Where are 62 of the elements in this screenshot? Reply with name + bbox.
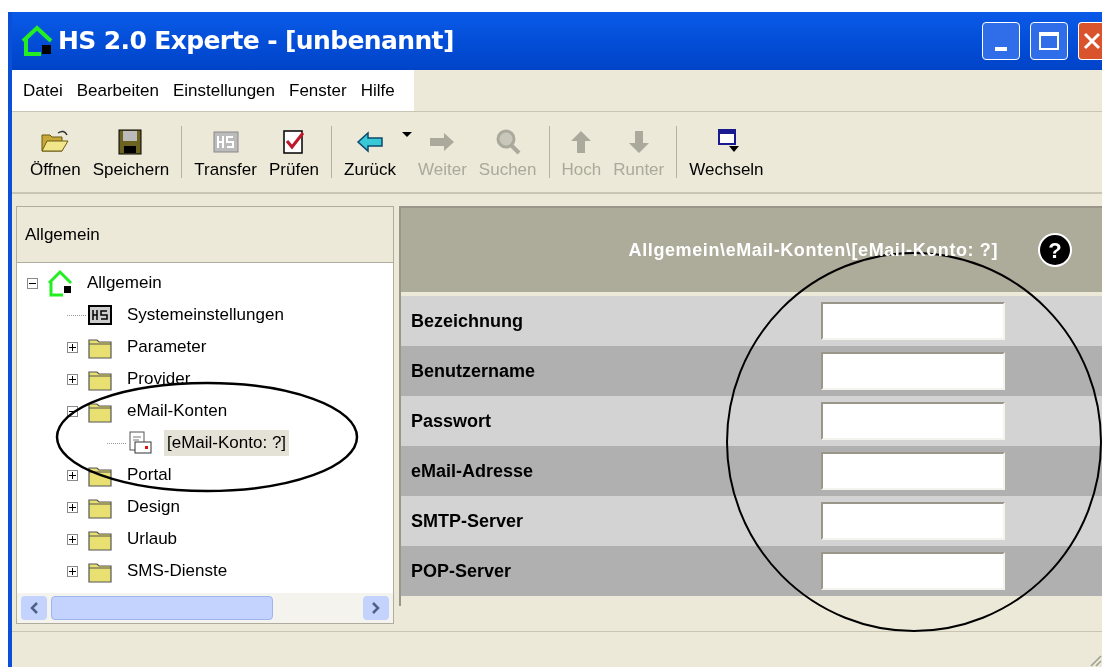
tree-item[interactable]: SMS-Dienste — [124, 558, 231, 584]
input-field[interactable] — [821, 302, 1005, 340]
house-icon — [46, 269, 74, 297]
expand-icon[interactable] — [67, 341, 78, 353]
tree-item[interactable]: Systemeinstellungen — [124, 302, 287, 328]
minimize-icon — [995, 47, 1007, 51]
chevron-left-icon — [30, 602, 38, 614]
toolbar-button[interactable]: Wechseln — [683, 117, 770, 187]
input-field[interactable] — [821, 402, 1005, 440]
toolbar-button[interactable]: Speichern — [86, 117, 176, 187]
tree-item[interactable]: Design — [124, 494, 183, 520]
chevron-right-icon — [372, 602, 380, 614]
close-button[interactable] — [1078, 22, 1102, 60]
field-label: POP-Server — [411, 559, 513, 583]
maximize-button[interactable] — [1030, 22, 1068, 60]
scroll-right-button[interactable] — [363, 596, 389, 620]
menu-item[interactable]: Hilfe — [353, 77, 402, 104]
collapse-icon[interactable] — [67, 405, 78, 417]
input-field[interactable] — [821, 352, 1005, 390]
minimize-button[interactable] — [982, 22, 1020, 60]
tree-item[interactable]: [eMail-Konto: ?] — [164, 430, 290, 456]
document-mail-icon — [126, 429, 154, 457]
panel-title: Allgemein — [25, 223, 100, 246]
expand-icon[interactable] — [67, 565, 78, 577]
menu-item[interactable]: Einstellungen — [165, 77, 282, 104]
field-label: Passwort — [411, 409, 493, 433]
tree-item[interactable]: Parameter — [124, 334, 210, 360]
maximize-icon — [1039, 32, 1059, 50]
scroll-left-button[interactable] — [21, 596, 47, 620]
expand-icon[interactable] — [67, 533, 78, 545]
toolbar-button[interactable]: Zurück — [338, 117, 403, 187]
toolbar-button[interactable]: Öffnen — [24, 117, 87, 187]
scrollbar-thumb[interactable] — [51, 596, 273, 620]
dropdown-caret-icon[interactable] — [402, 132, 413, 137]
tree-item[interactable]: Allgemein — [84, 270, 165, 296]
breadcrumb-path: Allgemein\eMail-Konten\[eMail-Konto: ?] — [628, 238, 998, 262]
house-icon — [20, 25, 54, 57]
menu-item[interactable]: Bearbeiten — [69, 77, 166, 104]
expand-icon[interactable] — [67, 373, 78, 385]
toolbar-button[interactable]: Transfer — [188, 117, 263, 187]
toolbar-button[interactable]: Prüfen — [262, 117, 326, 187]
field-label: Bezeichnung — [411, 309, 524, 333]
input-field[interactable] — [821, 552, 1005, 590]
collapse-icon[interactable] — [27, 277, 38, 289]
input-field[interactable] — [821, 502, 1005, 540]
expand-icon[interactable] — [67, 469, 78, 481]
tree-item[interactable]: Urlaub — [124, 526, 181, 552]
help-button[interactable]: ? — [1038, 233, 1072, 267]
input-field[interactable] — [821, 452, 1005, 490]
menu-item[interactable]: Fenster — [282, 77, 354, 104]
window-title: HS 2.0 Experte - [unbenannt] — [58, 25, 454, 58]
field-label: eMail-Adresse — [411, 459, 535, 483]
horizontal-scrollbar[interactable] — [17, 593, 393, 623]
tree-item[interactable]: Provider — [124, 366, 194, 392]
field-label: SMTP-Server — [411, 509, 525, 533]
tree-item[interactable]: Portal — [124, 462, 175, 488]
close-icon — [1083, 32, 1101, 50]
expand-icon[interactable] — [67, 501, 78, 513]
tree-item[interactable]: eMail-Konten — [124, 398, 231, 424]
field-label: Benutzername — [411, 359, 537, 383]
menu-item[interactable]: Datei — [16, 77, 70, 104]
resize-grip-icon[interactable] — [1088, 653, 1102, 667]
